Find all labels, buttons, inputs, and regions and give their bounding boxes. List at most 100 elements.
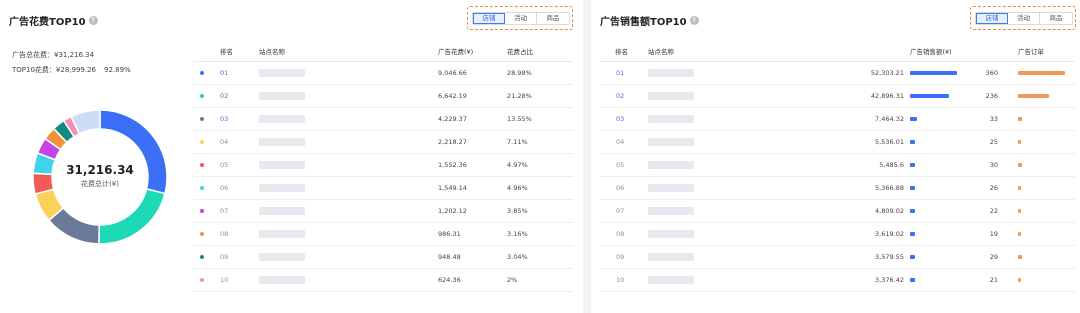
sales-bar-cell <box>910 177 915 199</box>
site-name-placeholder <box>648 184 694 192</box>
site-name-placeholder <box>648 230 694 238</box>
spend-cell: 1,202.12 <box>438 207 467 215</box>
table-row[interactable]: 05 1,552.36 4.97% <box>193 154 573 177</box>
ad-sales-dimension-tabs: 店铺 活动 商品 <box>975 12 1073 25</box>
table-row[interactable]: 01 52,303.21 360 <box>600 62 1075 85</box>
sales-value-cell: 52,303.21 <box>870 69 904 77</box>
total-spend-summary: 广告总花费：¥31,216.34 <box>12 50 94 60</box>
legend-dot-cell <box>200 177 204 199</box>
site-name-cell <box>648 62 694 84</box>
sales-bar <box>910 255 915 259</box>
site-name-placeholder <box>648 276 694 284</box>
tab-store[interactable]: 店铺 <box>473 13 505 24</box>
table-row[interactable]: 04 5,536.01 25 <box>600 131 1075 154</box>
site-name-cell <box>259 246 305 268</box>
site-name-cell <box>648 269 694 291</box>
help-icon[interactable]: ? <box>88 16 98 25</box>
sales-bar-cell <box>910 269 915 291</box>
sales-value-cell: 3,619.02 <box>875 230 904 238</box>
site-name-cell <box>648 200 694 222</box>
orders-value-cell: 21 <box>989 276 998 284</box>
sales-bar <box>910 140 915 144</box>
legend-dot <box>200 186 204 190</box>
table-row[interactable]: 03 7,464.32 33 <box>600 108 1075 131</box>
table-row[interactable]: 10 3,376.42 21 <box>600 269 1075 292</box>
table-row[interactable]: 02 6,642.19 21.28% <box>193 85 573 108</box>
col-site-header: 站点名称 <box>648 47 674 56</box>
site-name-cell <box>259 62 305 84</box>
orders-value-cell: 30 <box>989 161 998 169</box>
table-row[interactable]: 05 5,485.6 30 <box>600 154 1075 177</box>
table-row[interactable]: 01 9,046.66 28.98% <box>193 62 573 85</box>
legend-dot <box>200 71 204 75</box>
col-rank-header: 排名 <box>220 47 233 56</box>
ad-spend-title-text: 广告花费TOP10 <box>9 17 86 28</box>
donut-total-label: 花费总计(¥) <box>81 180 119 188</box>
spend-cell: 624.36 <box>438 276 461 284</box>
rank-cell: 06 <box>616 184 625 192</box>
table-row[interactable]: 08 986.31 3.16% <box>193 223 573 246</box>
orders-value-cell: 29 <box>989 253 998 261</box>
table-row[interactable]: 09 3,579.55 29 <box>600 246 1075 269</box>
site-name-placeholder <box>259 161 305 169</box>
legend-dot-cell <box>200 269 204 291</box>
site-name-cell <box>259 177 305 199</box>
sales-value-cell: 7,464.32 <box>875 115 904 123</box>
site-name-cell <box>259 131 305 153</box>
legend-dot <box>200 140 204 144</box>
orders-bar-cell <box>1018 269 1021 291</box>
orders-bar <box>1018 278 1021 282</box>
sales-bar-cell <box>910 62 957 84</box>
site-name-cell <box>259 85 305 107</box>
table-row[interactable]: 03 4,229.37 13.55% <box>193 108 573 131</box>
col-site-header: 站点名称 <box>259 47 285 56</box>
table-row[interactable]: 10 624.36 2% <box>193 269 573 292</box>
site-name-placeholder <box>648 115 694 123</box>
rank-cell: 09 <box>616 253 625 261</box>
site-name-cell <box>648 85 694 107</box>
table-row[interactable]: 08 3,619.02 19 <box>600 223 1075 246</box>
tab-activity[interactable]: 活动 <box>1008 13 1040 24</box>
table-row[interactable]: 04 2,218.27 7.11% <box>193 131 573 154</box>
orders-bar <box>1018 232 1021 236</box>
rank-cell: 09 <box>220 253 229 261</box>
donut-slice-2[interactable] <box>98 187 166 244</box>
sales-bar <box>910 232 915 236</box>
orders-bar-cell <box>1018 200 1021 222</box>
ad-spend-title: 广告花费TOP10 ? <box>9 13 98 28</box>
sales-bar <box>910 186 915 190</box>
site-name-placeholder <box>648 253 694 261</box>
pct-cell: 3.04% <box>507 253 528 261</box>
ad-spend-dimension-highlight: 店铺 活动 商品 <box>467 6 573 30</box>
table-row[interactable]: 06 5,366.88 26 <box>600 177 1075 200</box>
help-icon[interactable]: ? <box>689 16 699 25</box>
table-row[interactable]: 06 1,549.14 4.96% <box>193 177 573 200</box>
sales-bar <box>910 163 915 167</box>
table-row[interactable]: 07 1,202.12 3.85% <box>193 200 573 223</box>
sales-value-cell: 5,536.01 <box>875 138 904 146</box>
table-row[interactable]: 02 42,896.31 236 <box>600 85 1075 108</box>
legend-dot-cell <box>200 131 204 153</box>
tab-product[interactable]: 商品 <box>1040 13 1072 24</box>
tab-product[interactable]: 商品 <box>537 13 569 24</box>
orders-value-cell: 19 <box>989 230 998 238</box>
orders-bar-cell <box>1018 223 1021 245</box>
table-row[interactable]: 07 4,809.02 22 <box>600 200 1075 223</box>
legend-dot <box>200 94 204 98</box>
pct-cell: 13.55% <box>507 115 532 123</box>
ad-sales-table: 排名 站点名称 广告销售额(¥) 广告订单 01 52,303.21 360 02 42… <box>600 40 1075 293</box>
tab-store[interactable]: 店铺 <box>976 13 1008 24</box>
sales-value-cell: 5,485.6 <box>879 161 904 169</box>
ad-spend-table-header: 排名 站点名称 广告花费(¥) 花费占比 <box>193 40 573 62</box>
pct-cell: 3.16% <box>507 230 528 238</box>
tab-activity[interactable]: 活动 <box>505 13 537 24</box>
sales-bar-cell <box>910 131 915 153</box>
orders-bar-cell <box>1018 62 1065 84</box>
orders-bar-cell <box>1018 177 1022 199</box>
table-row[interactable]: 09 948.48 3.04% <box>193 246 573 269</box>
total-spend-label: 广告总花费： <box>12 51 54 59</box>
sales-value-cell: 3,579.55 <box>875 253 904 261</box>
spend-cell: 2,218.27 <box>438 138 467 146</box>
sales-bar <box>910 278 915 282</box>
rank-cell: 05 <box>616 161 625 169</box>
